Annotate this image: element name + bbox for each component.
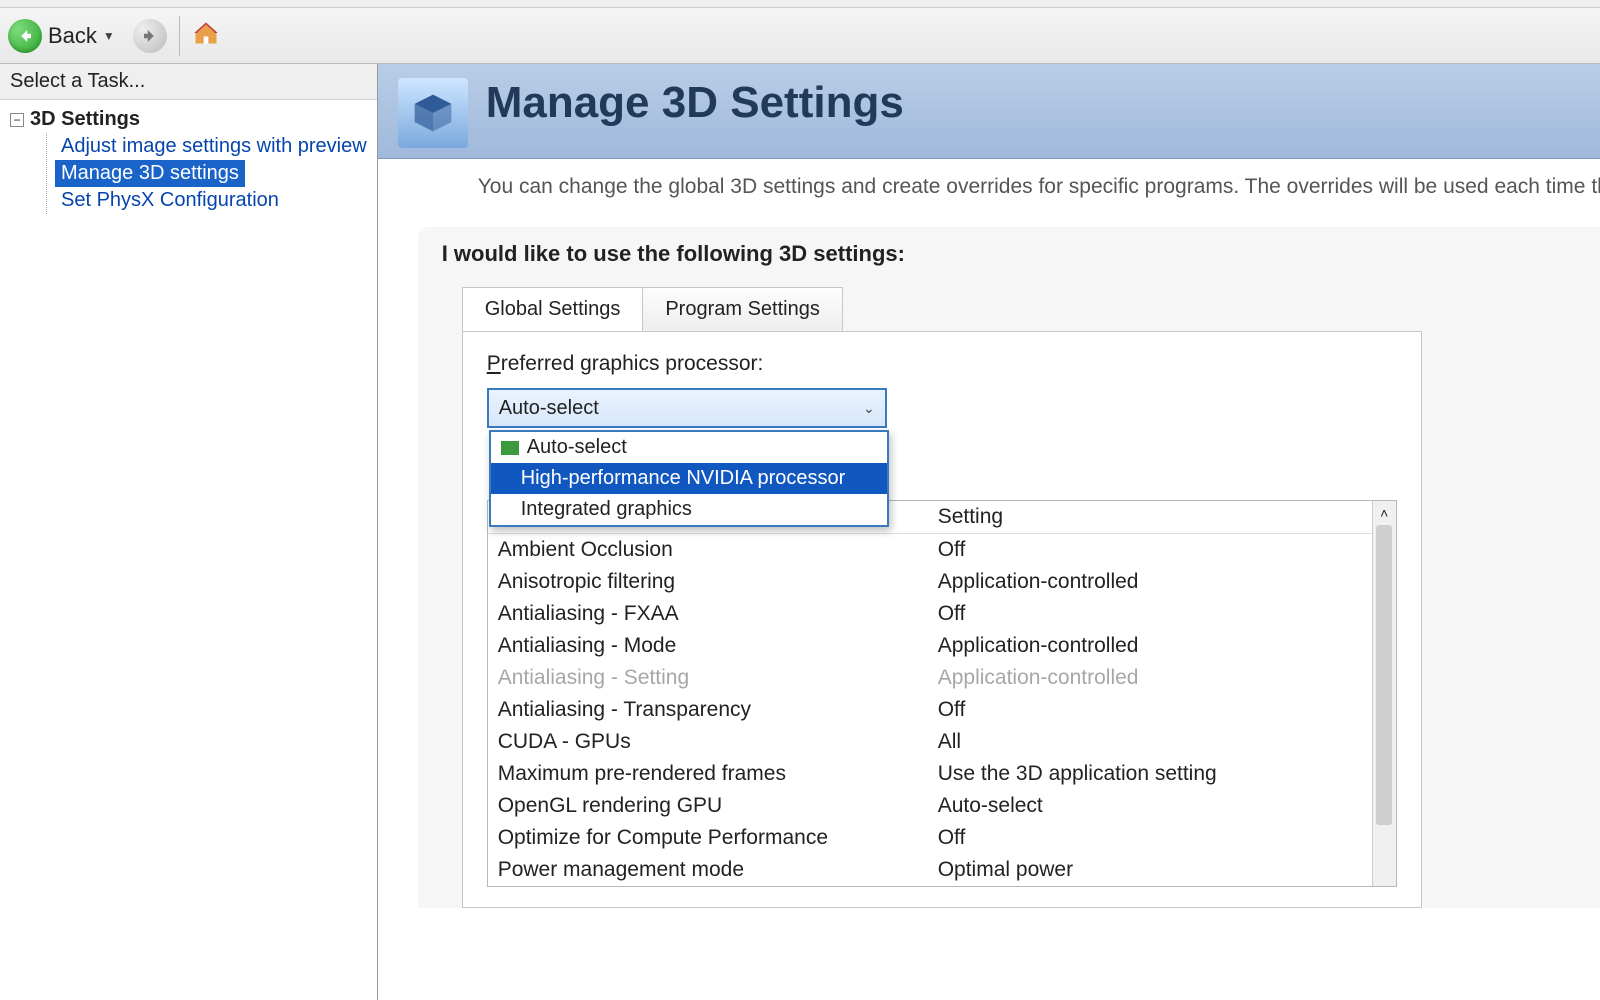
table-row[interactable]: Optimize for Compute PerformanceOff <box>488 822 1372 854</box>
setting-cell: All <box>928 726 1372 758</box>
toolbar: Back ▼ <box>0 8 1600 64</box>
toolbar-separator <box>179 16 180 56</box>
sidebar-title: Select a Task... <box>0 64 377 100</box>
manage-3d-icon <box>398 78 468 148</box>
collapse-icon[interactable]: − <box>10 113 24 127</box>
tabs: Global Settings Program Settings <box>462 287 1600 331</box>
nvidia-chip-icon <box>501 441 519 455</box>
table-row[interactable]: Antialiasing - SettingApplication-contro… <box>488 662 1372 694</box>
table-row[interactable]: Antialiasing - FXAAOff <box>488 598 1372 630</box>
column-header-setting[interactable]: Setting <box>928 501 1372 533</box>
back-label: Back <box>48 23 97 49</box>
table-row[interactable]: Power management modeOptimal power <box>488 854 1372 886</box>
settings-table: Feature Setting Ambient OcclusionOffAnis… <box>488 501 1372 886</box>
table-row[interactable]: Anisotropic filteringApplication-control… <box>488 566 1372 598</box>
option-integrated-graphics[interactable]: Integrated graphics <box>491 494 887 525</box>
forward-button[interactable] <box>133 19 167 53</box>
forward-arrow-icon <box>141 27 159 45</box>
menu-bar-stub <box>0 0 1600 8</box>
setting-cell: Application-controlled <box>928 662 1372 694</box>
setting-cell: Off <box>928 694 1372 726</box>
scroll-up-icon[interactable]: ˄ <box>1376 501 1392 525</box>
feature-cell: Optimize for Compute Performance <box>488 822 928 854</box>
feature-cell: Anisotropic filtering <box>488 566 928 598</box>
table-row[interactable]: OpenGL rendering GPUAuto-select <box>488 790 1372 822</box>
feature-cell: Ambient Occlusion <box>488 534 928 566</box>
sidebar-item-adjust-image[interactable]: Adjust image settings with preview <box>55 133 373 160</box>
setting-cell: Off <box>928 534 1372 566</box>
section-intro: I would like to use the following 3D set… <box>442 241 1600 267</box>
settings-section: I would like to use the following 3D set… <box>418 227 1600 908</box>
setting-cell: Application-controlled <box>928 566 1372 598</box>
processor-combobox[interactable]: Auto-select ⌄ Auto-select High-performan… <box>487 388 887 428</box>
tree-node-3d-settings[interactable]: − 3D Settings <box>4 106 373 133</box>
feature-cell: Antialiasing - Transparency <box>488 694 928 726</box>
feature-cell: Power management mode <box>488 854 928 886</box>
page-title: Manage 3D Settings <box>486 78 1600 128</box>
setting-cell: Optimal power <box>928 854 1372 886</box>
home-button[interactable] <box>192 19 220 52</box>
page-header: Manage 3D Settings Restore Defaults <box>378 64 1600 159</box>
tree-node-label: 3D Settings <box>30 108 140 131</box>
table-row[interactable]: CUDA - GPUsAll <box>488 726 1372 758</box>
combobox-value: Auto-select <box>499 397 599 420</box>
feature-cell: Antialiasing - Setting <box>488 662 928 694</box>
tab-global-body: Preferred graphics processor: Auto-selec… <box>462 331 1422 908</box>
settings-table-container: Feature Setting Ambient OcclusionOffAnis… <box>487 500 1397 887</box>
setting-cell: Application-controlled <box>928 630 1372 662</box>
back-arrow-icon <box>8 19 42 53</box>
setting-cell: Off <box>928 822 1372 854</box>
feature-cell: CUDA - GPUs <box>488 726 928 758</box>
task-sidebar: Select a Task... − 3D Settings Adjust im… <box>0 64 378 1000</box>
feature-cell: Antialiasing - FXAA <box>488 598 928 630</box>
table-row[interactable]: Antialiasing - TransparencyOff <box>488 694 1372 726</box>
settings-scrollbar[interactable]: ˄ <box>1372 501 1396 886</box>
back-history-dropdown-icon[interactable]: ▼ <box>103 29 115 43</box>
chevron-down-icon: ⌄ <box>863 400 875 417</box>
home-icon <box>192 19 220 47</box>
processor-label: Preferred graphics processor: <box>487 352 1397 376</box>
sidebar-item-physx[interactable]: Set PhysX Configuration <box>55 187 373 214</box>
sidebar-item-manage-3d[interactable]: Manage 3D settings <box>55 160 245 187</box>
table-row[interactable]: Maximum pre-rendered framesUse the 3D ap… <box>488 758 1372 790</box>
main-panel: ▲ Manage 3D Settings Restore Defaults Yo… <box>378 64 1600 1000</box>
feature-cell: Antialiasing - Mode <box>488 630 928 662</box>
option-high-perf-nvidia[interactable]: High-performance NVIDIA processor <box>491 463 887 494</box>
feature-cell: OpenGL rendering GPU <box>488 790 928 822</box>
tab-global-settings[interactable]: Global Settings <box>462 287 644 331</box>
task-tree: − 3D Settings Adjust image settings with… <box>0 100 377 220</box>
table-row[interactable]: Antialiasing - ModeApplication-controlle… <box>488 630 1372 662</box>
scroll-thumb[interactable] <box>1376 525 1392 825</box>
back-button[interactable]: Back ▼ <box>8 19 123 53</box>
setting-cell: Off <box>928 598 1372 630</box>
setting-cell: Use the 3D application setting <box>928 758 1372 790</box>
feature-cell: Maximum pre-rendered frames <box>488 758 928 790</box>
setting-cell: Auto-select <box>928 790 1372 822</box>
option-auto-select[interactable]: Auto-select <box>491 432 887 463</box>
tab-program-settings[interactable]: Program Settings <box>643 287 843 331</box>
table-row[interactable]: Ambient OcclusionOff <box>488 534 1372 566</box>
processor-dropdown-list: Auto-select High-performance NVIDIA proc… <box>489 430 889 527</box>
page-description: You can change the global 3D settings an… <box>378 159 1600 207</box>
